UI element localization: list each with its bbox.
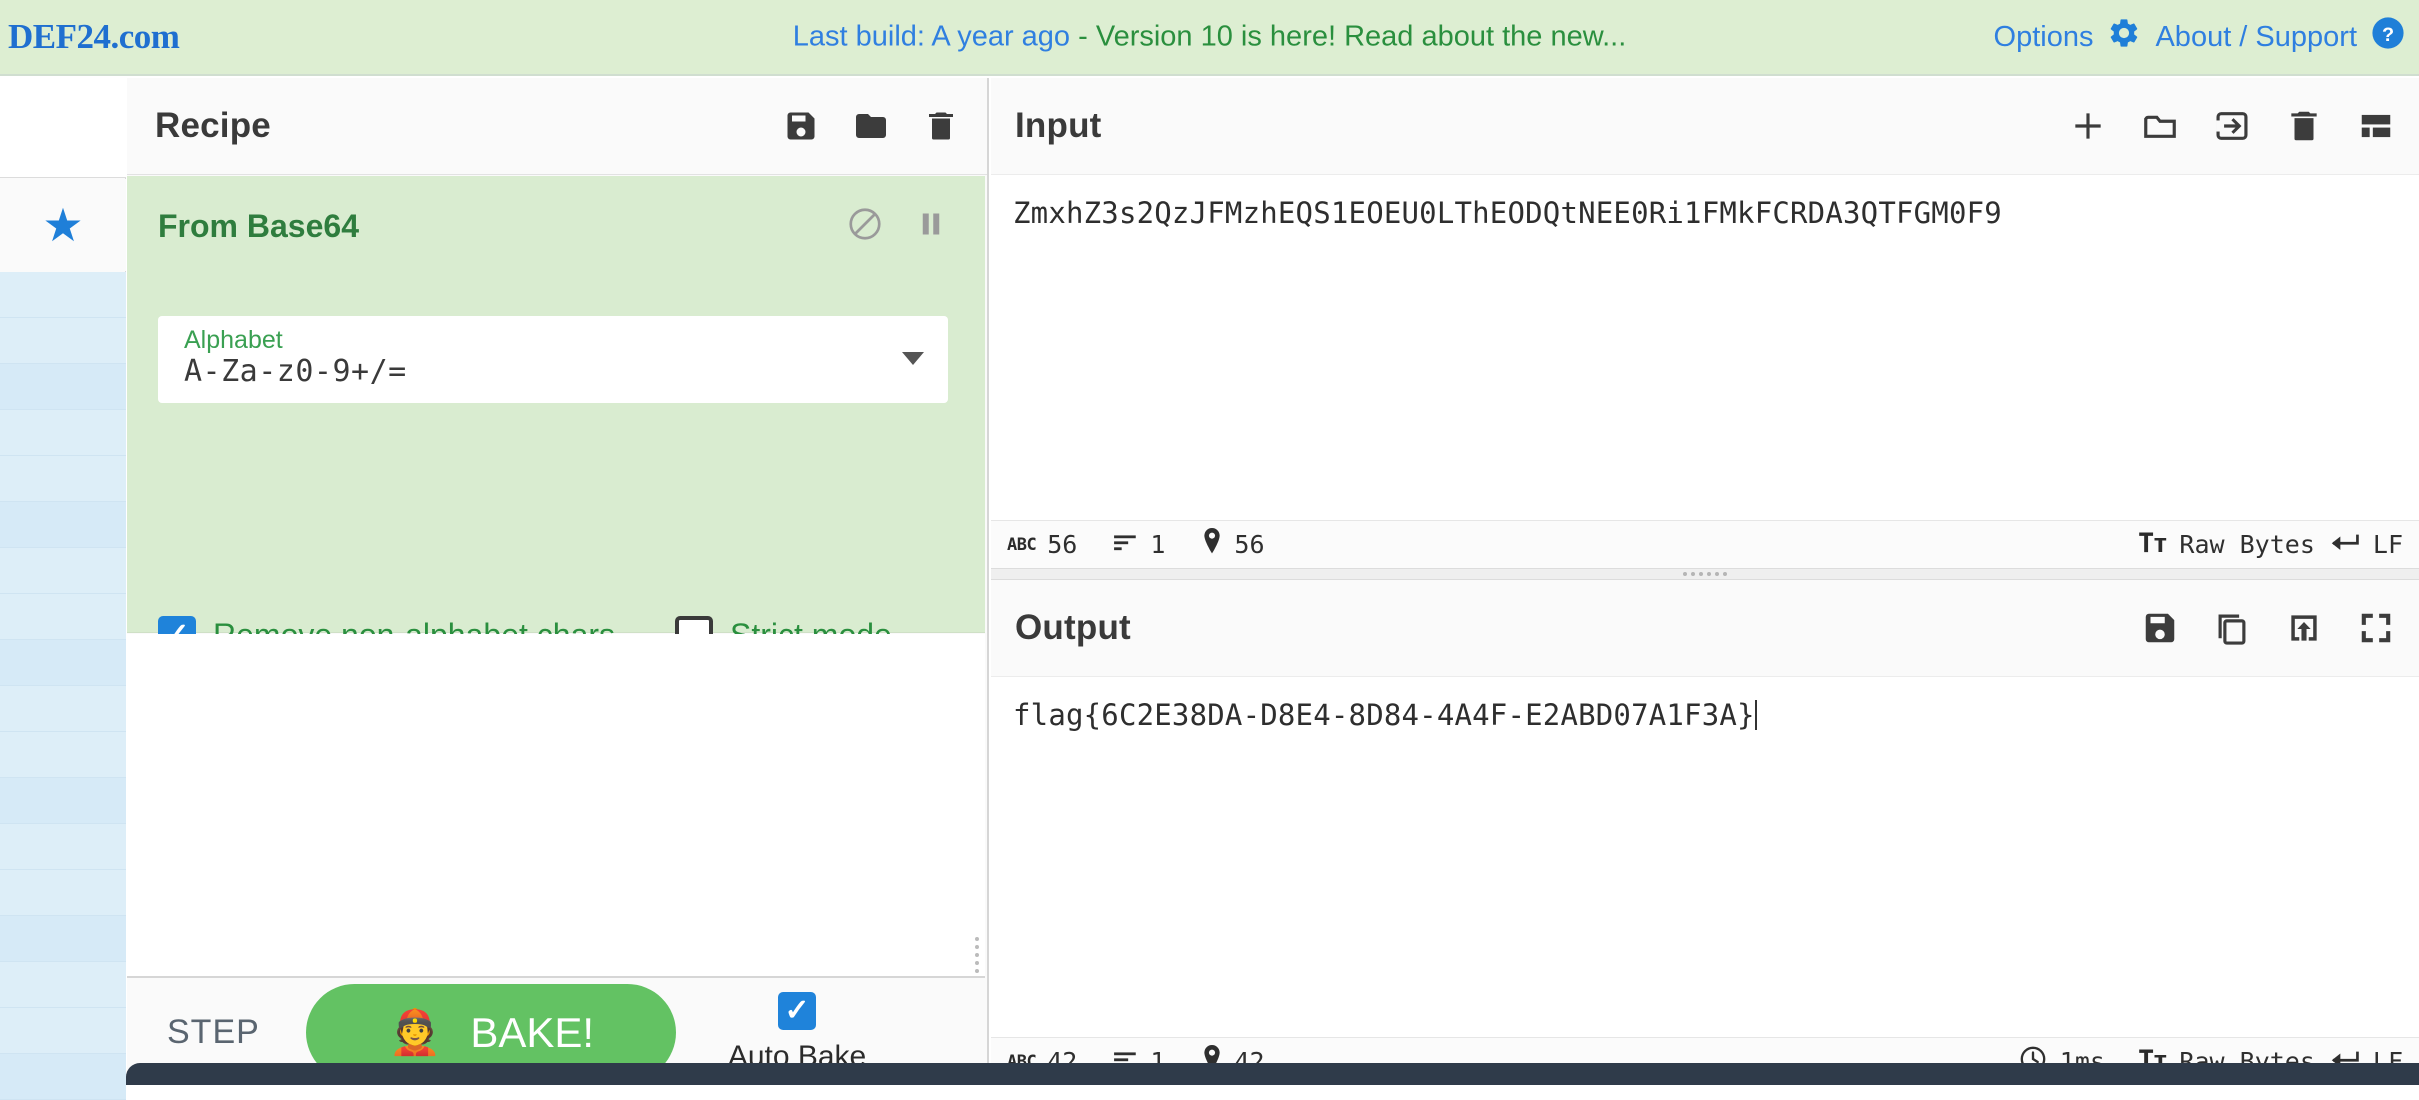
input-position-group: 56 bbox=[1201, 528, 1264, 562]
operation-controls bbox=[847, 206, 949, 242]
check-icon: ✓ bbox=[784, 996, 809, 1026]
help-circle-icon[interactable]: ? bbox=[2371, 16, 2405, 58]
save-recipe-icon[interactable] bbox=[783, 108, 819, 144]
lines-icon bbox=[1113, 530, 1139, 559]
list-item[interactable] bbox=[0, 272, 126, 318]
input-toolbar bbox=[2069, 107, 2395, 145]
list-item[interactable] bbox=[0, 778, 126, 824]
clear-recipe-icon[interactable] bbox=[923, 108, 959, 144]
recipe-toolbar bbox=[783, 108, 959, 144]
alphabet-field[interactable]: Alphabet A-Za-z0-9+/= bbox=[158, 316, 948, 403]
list-item[interactable] bbox=[0, 502, 126, 548]
auto-bake-checkbox[interactable]: ✓ bbox=[778, 992, 816, 1030]
banner-last-build[interactable]: Last build: A year ago bbox=[793, 21, 1070, 53]
list-item[interactable] bbox=[0, 824, 126, 870]
recipe-empty-area[interactable] bbox=[127, 634, 985, 978]
top-banner: DEF24.com Last build: A year ago - Versi… bbox=[0, 0, 2419, 76]
alphabet-input[interactable]: A-Za-z0-9+/= bbox=[184, 354, 407, 389]
operations-search-row[interactable] bbox=[0, 78, 126, 178]
enter-icon[interactable] bbox=[2328, 530, 2360, 559]
list-item[interactable] bbox=[0, 686, 126, 732]
input-length-group: ABC 56 bbox=[1007, 530, 1077, 559]
bake-button-label: BAKE! bbox=[470, 1009, 594, 1057]
load-recipe-icon[interactable] bbox=[853, 108, 889, 144]
list-item[interactable] bbox=[0, 1054, 126, 1100]
list-item[interactable] bbox=[0, 548, 126, 594]
text-caret bbox=[1755, 700, 1757, 730]
input-panel: Input ZmxhZ3s2QzJFMzhEQS bbox=[991, 78, 2419, 568]
options-link[interactable]: Options bbox=[1994, 21, 2094, 54]
gear-icon[interactable] bbox=[2107, 16, 2141, 58]
input-eol[interactable]: LF bbox=[2373, 530, 2403, 559]
list-item[interactable] bbox=[0, 870, 126, 916]
input-lines: 1 bbox=[1150, 530, 1165, 559]
chef-icon: 👲 bbox=[388, 1011, 443, 1055]
recipe-header: Recipe bbox=[127, 78, 987, 175]
disable-icon[interactable] bbox=[847, 206, 883, 242]
clear-io-icon[interactable] bbox=[2285, 107, 2323, 145]
replace-input-icon[interactable] bbox=[2285, 609, 2323, 647]
input-encoding[interactable]: Raw Bytes bbox=[2179, 530, 2314, 559]
input-textarea[interactable]: ZmxhZ3s2QzJFMzhEQS1EOEU0LThEODQtNEE0Ri1F… bbox=[1013, 194, 2397, 233]
output-textarea: flag{6C2E38DA-D8E4-8D84-4A4F-E2ABD07A1F3… bbox=[1013, 696, 2397, 735]
auto-bake-group: ✓ Auto Bake bbox=[728, 992, 866, 1074]
list-item[interactable] bbox=[0, 410, 126, 456]
open-folder-icon[interactable] bbox=[2141, 107, 2179, 145]
font-size-icon[interactable]: Tᴛ bbox=[2138, 528, 2166, 561]
banner-actions: Options About / Support ? bbox=[1994, 16, 2405, 58]
operations-list bbox=[0, 272, 126, 1085]
list-item[interactable] bbox=[0, 732, 126, 778]
input-header: Input bbox=[991, 78, 2419, 175]
pause-icon[interactable] bbox=[913, 206, 949, 242]
svg-text:?: ? bbox=[2382, 24, 2394, 46]
add-input-icon[interactable] bbox=[2069, 107, 2107, 145]
recipe-panel: Recipe From Base64 Alphabet A-Za-z0- bbox=[127, 78, 989, 1085]
output-body[interactable]: flag{6C2E38DA-D8E4-8D84-4A4F-E2ABD07A1F3… bbox=[991, 678, 2419, 1037]
recipe-operation-from-base64[interactable]: From Base64 Alphabet A-Za-z0-9+/= ✓ Remo… bbox=[127, 176, 985, 633]
list-item[interactable] bbox=[0, 916, 126, 962]
io-column: Input ZmxhZ3s2QzJFMzhEQS bbox=[991, 78, 2419, 1085]
star-icon: ★ bbox=[42, 202, 83, 248]
list-item[interactable] bbox=[0, 364, 126, 410]
reset-layout-icon[interactable] bbox=[2357, 107, 2395, 145]
abc-icon: ABC bbox=[1007, 535, 1036, 555]
chevron-down-icon[interactable] bbox=[902, 352, 924, 365]
operation-title: From Base64 bbox=[158, 208, 359, 245]
copy-output-icon[interactable] bbox=[2213, 609, 2251, 647]
list-item[interactable] bbox=[0, 962, 126, 1008]
maximise-output-icon[interactable] bbox=[2357, 609, 2395, 647]
output-panel: Output flag{6C2E38DA-D8E4-8D84-4A4F-E2AB… bbox=[991, 580, 2419, 1085]
pin-icon bbox=[1201, 528, 1223, 562]
input-length: 56 bbox=[1047, 530, 1077, 559]
bottom-status-bar bbox=[126, 1063, 2419, 1085]
step-button[interactable]: STEP bbox=[167, 1013, 260, 1052]
alphabet-label: Alphabet bbox=[184, 326, 283, 355]
list-item[interactable] bbox=[0, 640, 126, 686]
output-value: flag{6C2E38DA-D8E4-8D84-4A4F-E2ABD07A1F3… bbox=[1013, 698, 1755, 732]
input-status-bar: ABC 56 1 56 Tᴛ Raw Bytes bbox=[991, 520, 2419, 568]
list-item[interactable] bbox=[0, 594, 126, 640]
favourites-category[interactable]: ★ bbox=[0, 179, 126, 271]
save-output-icon[interactable] bbox=[2141, 609, 2179, 647]
open-input-icon[interactable] bbox=[2213, 107, 2251, 145]
output-title: Output bbox=[1015, 608, 1131, 648]
about-support-link[interactable]: About / Support bbox=[2155, 21, 2357, 54]
input-status-right: Tᴛ Raw Bytes LF bbox=[2138, 528, 2403, 561]
io-splitter[interactable] bbox=[991, 568, 2419, 580]
list-item[interactable] bbox=[0, 318, 126, 364]
input-title: Input bbox=[1015, 106, 1102, 146]
operations-sidebar: ★ bbox=[0, 78, 126, 1085]
list-item[interactable] bbox=[0, 456, 126, 502]
output-toolbar bbox=[2141, 609, 2395, 647]
input-lines-group: 1 bbox=[1113, 530, 1165, 559]
page-title: Recipe bbox=[155, 106, 271, 146]
recipe-resize-handle[interactable] bbox=[975, 933, 985, 983]
input-position: 56 bbox=[1234, 530, 1264, 559]
input-body[interactable]: ZmxhZ3s2QzJFMzhEQS1EOEU0LThEODQtNEE0Ri1F… bbox=[991, 176, 2419, 520]
banner-version-note[interactable]: - Version 10 is here! Read about the new… bbox=[1070, 21, 1626, 53]
list-item[interactable] bbox=[0, 1008, 126, 1054]
output-header: Output bbox=[991, 580, 2419, 677]
